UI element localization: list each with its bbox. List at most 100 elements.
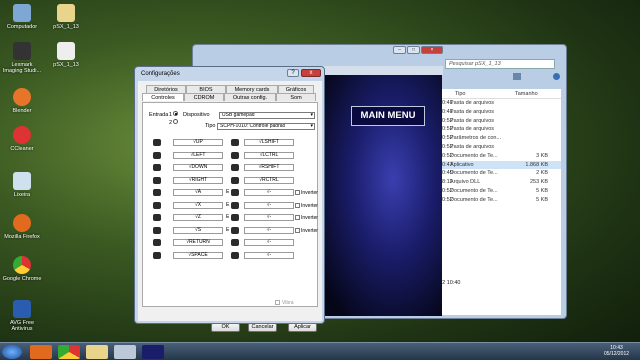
key-binding-left[interactable]: √RETURN xyxy=(173,239,223,246)
inverter-label: Inverter xyxy=(301,190,318,196)
start-button[interactable] xyxy=(2,345,22,359)
tab-bios[interactable]: BIOS xyxy=(186,85,226,93)
key-binding-left[interactable]: √Z xyxy=(173,214,223,221)
key-binding-right[interactable]: √- xyxy=(244,214,294,221)
key-binding-left[interactable]: √UP xyxy=(173,139,223,146)
desktop-icon-blender[interactable]: Blender xyxy=(2,88,42,114)
chrome-taskbar-icon[interactable] xyxy=(58,345,80,359)
file-row[interactable]: 20:52 Pasta de arquivos xyxy=(439,125,561,134)
pad-button-icon xyxy=(231,214,239,221)
key-binding-right[interactable]: √- xyxy=(244,189,294,196)
file-row[interactable]: 10:41 Pasta de arquivos xyxy=(439,108,561,117)
desktop-icon-computador[interactable]: Computador xyxy=(2,4,42,30)
dispositivo-select[interactable]: USB gamepad xyxy=(219,112,315,119)
key-binding-right[interactable]: √LSHIFT xyxy=(244,139,294,146)
desktop-icon-firefox[interactable]: Mozilla Firefox xyxy=(2,214,42,240)
tab-graficos[interactable]: Gráficos xyxy=(278,85,314,93)
desktop-icon-ccleaner[interactable]: CCleaner xyxy=(2,126,42,152)
key-binding-right[interactable]: √RCTRL xyxy=(244,176,294,184)
controles-panel: Entrada 1 2 Dispositivo USB gamepad Tipo… xyxy=(142,102,318,307)
search-input[interactable]: Pesquisar pSX_1_13 xyxy=(445,59,555,69)
key-binding-left[interactable]: √S xyxy=(173,226,223,234)
explorer-taskbar-icon[interactable] xyxy=(86,345,108,359)
desktop-icon-lexmark[interactable]: Lexmark Imaging Studi... xyxy=(2,42,42,74)
apply-button[interactable]: Aplicar xyxy=(288,323,317,332)
pad-button-icon xyxy=(231,139,239,146)
key-binding-right[interactable]: √- xyxy=(244,251,294,259)
view-options-icon[interactable] xyxy=(513,73,521,80)
file-row[interactable]: 20:52 Pasta de arquivos xyxy=(439,117,561,126)
key-binding-right[interactable]: √- xyxy=(244,226,294,234)
axis-letter: E xyxy=(226,214,230,220)
file-row[interactable]: 18:11 Arquivo DLL 253 KB xyxy=(439,178,561,187)
pad-button-icon xyxy=(231,189,239,196)
pad-button-icon xyxy=(153,214,161,221)
key-binding-right[interactable]: √- xyxy=(244,239,294,246)
file-row[interactable]: 20:52 Documento de Te... 5 KB xyxy=(439,187,561,196)
desktop-icon-psx-file[interactable]: pSX_1_13 xyxy=(46,42,86,68)
desktop-icon-label: Blender xyxy=(12,108,32,114)
psx-taskbar-icon[interactable] xyxy=(114,345,136,359)
file-row-selected[interactable]: 20:47 Aplicativo 1.868 KB xyxy=(439,160,561,170)
inverter-checkbox[interactable] xyxy=(295,202,300,208)
tab-som[interactable]: Som xyxy=(276,93,316,101)
pad-button-icon xyxy=(153,176,161,184)
key-binding-right[interactable]: √RSHIFT xyxy=(244,164,294,171)
vibra-checkbox[interactable] xyxy=(275,300,280,305)
ccleaner-icon xyxy=(13,126,31,144)
help-icon[interactable] xyxy=(553,73,560,80)
column-tamanho[interactable]: Tamanho xyxy=(513,89,540,98)
inverter-checkbox[interactable] xyxy=(295,190,300,195)
file-row[interactable]: 20:52 Pasta de arquivos xyxy=(439,143,561,152)
firefox-taskbar-icon[interactable] xyxy=(30,345,52,359)
dialog-close-button[interactable]: x xyxy=(301,69,321,77)
desktop-icon-label: Mozilla Firefox xyxy=(4,234,40,240)
key-binding-right[interactable]: √LCTRL xyxy=(244,151,294,159)
chrome-icon xyxy=(13,256,31,274)
file-row[interactable]: 20:49 Documento de Te... 2 KB xyxy=(439,169,561,178)
key-binding-right[interactable]: √- xyxy=(244,201,294,209)
inverter-checkbox[interactable] xyxy=(295,227,300,233)
tab-controles[interactable]: Controles xyxy=(142,93,184,101)
tab-outras-config[interactable]: Outras config. xyxy=(224,93,276,101)
file-row[interactable]: 20:52 Documento de Te... 5 KB xyxy=(439,196,561,205)
cancel-button[interactable]: Cancelar xyxy=(248,323,277,332)
axis-letter: E xyxy=(226,189,230,195)
file-list-header: Tipo Tamanho xyxy=(439,89,561,99)
clock[interactable]: 10:43 05/12/2012 xyxy=(604,345,629,357)
maximize-button[interactable]: □ xyxy=(407,46,420,54)
inverter-label: Inverter xyxy=(301,215,318,221)
desktop-icon-lixeira[interactable]: Lixeira xyxy=(2,172,42,198)
desktop-icon-chrome[interactable]: Google Chrome xyxy=(2,256,42,282)
tab-diretorios[interactable]: Diretórios xyxy=(146,85,186,93)
column-tipo[interactable]: Tipo xyxy=(453,89,513,98)
desktop-icon-label: Computador xyxy=(6,24,38,30)
minimize-button[interactable]: – xyxy=(393,46,406,54)
key-binding-left[interactable]: √X xyxy=(173,201,223,209)
file-row[interactable]: 20:52 Parâmetros de con... xyxy=(439,134,561,143)
key-binding-left[interactable]: √A xyxy=(173,189,223,196)
psx-game-taskbar-icon[interactable] xyxy=(142,345,164,359)
desktop-icon-psx-folder[interactable]: pSX_1_13 xyxy=(46,4,86,30)
close-button[interactable]: × xyxy=(421,46,443,54)
ok-button[interactable]: OK xyxy=(211,323,240,332)
inverter-checkbox[interactable] xyxy=(295,215,300,220)
key-binding-left[interactable]: √LEFT xyxy=(173,151,223,159)
file-row[interactable]: 10:41 Pasta de arquivos xyxy=(439,99,561,108)
file-row[interactable]: 20:52 Documento de Te... 3 KB xyxy=(439,152,561,161)
entrada-radio-1[interactable] xyxy=(173,111,178,116)
help-button[interactable]: ? xyxy=(287,69,299,77)
entrada-radio-2[interactable] xyxy=(173,119,178,124)
key-binding-left[interactable]: √DOWN xyxy=(173,164,223,171)
key-binding-left[interactable]: √RIGHT xyxy=(173,176,223,184)
key-binding-left[interactable]: √SPACE xyxy=(173,251,223,259)
dispositivo-label: Dispositivo xyxy=(183,112,210,118)
pad-button-icon xyxy=(153,226,161,234)
tab-cdrom[interactable]: CDROM xyxy=(184,93,224,101)
tab-memory-cards[interactable]: Memory cards xyxy=(226,85,278,93)
desktop-icon-avg[interactable]: AVG Free Antivirus xyxy=(2,300,42,332)
desktop-icon-label: AVG Free Antivirus xyxy=(9,320,35,332)
tipo-select[interactable]: SCPH-1010: Controle padrão xyxy=(217,123,315,130)
pad-button-icon xyxy=(153,201,161,209)
pad-button-icon xyxy=(153,164,161,171)
